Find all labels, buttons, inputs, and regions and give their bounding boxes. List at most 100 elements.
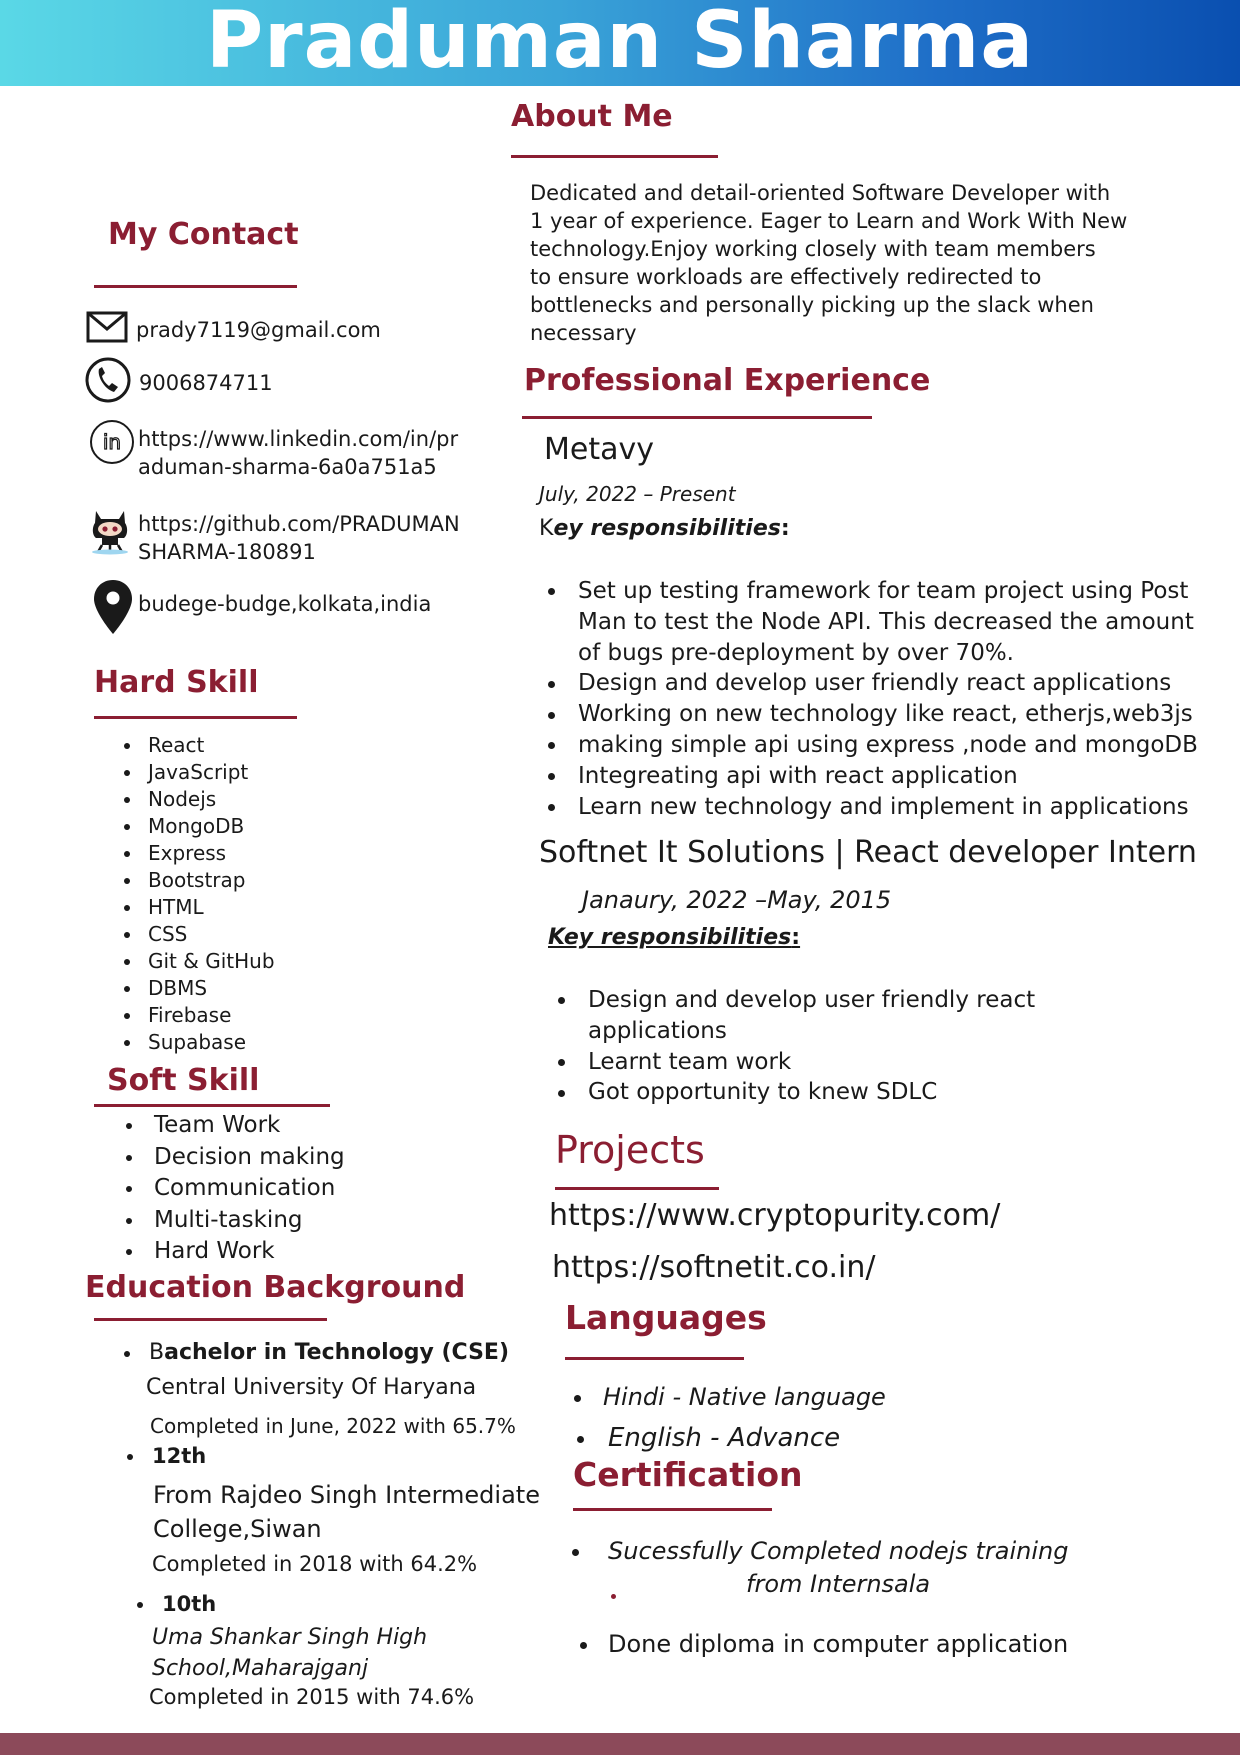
education-12th-completed: Completed in 2018 with 64.2% bbox=[152, 1552, 478, 1576]
education-12th-title: 12th bbox=[127, 1442, 206, 1470]
job1-kr-initial: K bbox=[539, 516, 554, 541]
hard-skill-item: Firebase bbox=[124, 1002, 275, 1029]
job1-responsibility: Man to test the Node API. This decreased… bbox=[578, 608, 1194, 635]
about-line: necessary bbox=[530, 321, 637, 345]
language-english-text: English - Advance bbox=[608, 1423, 841, 1453]
contact-github-line2[interactable]: SHARMA-180891 bbox=[138, 538, 316, 566]
hard-skill-item: CSS bbox=[124, 921, 275, 948]
hard-skill-item: Nodejs bbox=[124, 786, 275, 813]
stray-red-dot bbox=[611, 1594, 616, 1599]
hard-skill-item: Bootstrap bbox=[124, 867, 275, 894]
bullet-dot bbox=[574, 1395, 581, 1402]
contact-linkedin-line1[interactable]: https://www.linkedin.com/in/pr bbox=[138, 425, 458, 453]
job2-kr-colon: : bbox=[791, 925, 801, 950]
contact-linkedin-line2[interactable]: aduman-sharma-6a0a751a5 bbox=[138, 453, 437, 481]
certification-diploma: Done diploma in computer application bbox=[576, 1628, 1068, 1660]
job2-key-responsibilities: Key responsibilities: bbox=[548, 924, 800, 952]
education-10th-school-line2: School,Maharajganj bbox=[152, 1656, 369, 1681]
education-btech-title: Bachelor in Technology (CSE) bbox=[124, 1339, 509, 1367]
hard-skill-item: Supabase bbox=[124, 1029, 275, 1056]
btech-title-initial: B bbox=[149, 1340, 165, 1365]
job1-kr-colon: : bbox=[780, 516, 790, 541]
about-rule bbox=[511, 155, 718, 158]
hard-skill-item: MongoDB bbox=[124, 813, 275, 840]
job1-responsibility: Integreating api with react application bbox=[578, 762, 1018, 789]
footer-bar bbox=[0, 1733, 1240, 1755]
contact-heading: My Contact bbox=[108, 217, 299, 252]
bullet-dot bbox=[548, 742, 555, 750]
soft-skill-heading: Soft Skill bbox=[107, 1063, 260, 1098]
job1-kr-rest: ey responsibilities bbox=[553, 516, 781, 541]
soft-skill-list: Team Work Decision making Communication Mul… bbox=[126, 1110, 345, 1268]
job1-responsibility: making simple api using express ,node an… bbox=[578, 732, 1198, 758]
education-heading: Education Background bbox=[85, 1270, 466, 1305]
contact-email[interactable]: prady7119@gmail.com bbox=[136, 316, 381, 344]
about-line: 1 year of experience. Eager to Learn and… bbox=[530, 209, 1128, 233]
experience-heading: Professional Experience bbox=[524, 363, 931, 398]
education-btech-school: Central University Of Haryana bbox=[146, 1375, 477, 1400]
bullet-dot bbox=[558, 1059, 565, 1066]
about-heading: About Me bbox=[511, 99, 673, 134]
bullet-dot bbox=[548, 711, 555, 719]
certification-nodejs-line2: from Internsala bbox=[746, 1570, 931, 1598]
job1-responsibility: Working on new technology like react, et… bbox=[578, 701, 1193, 728]
languages-rule bbox=[565, 1357, 744, 1360]
github-octocat-icon bbox=[92, 511, 128, 555]
language-english: English - Advance bbox=[575, 1421, 840, 1455]
bullet-dot bbox=[127, 1454, 133, 1460]
job2-responsibility: applications bbox=[588, 1017, 727, 1044]
bullet-dot bbox=[558, 1089, 565, 1097]
about-line: bottlenecks and personally picking up th… bbox=[530, 293, 1094, 317]
bullet-dot bbox=[548, 588, 555, 596]
bullet-dot bbox=[548, 804, 555, 811]
contact-location: budege-budge,kolkata,india bbox=[138, 592, 432, 616]
bullet-dot bbox=[124, 1351, 130, 1357]
education-10th-title: 10th bbox=[137, 1590, 216, 1618]
mail-icon bbox=[86, 311, 128, 343]
education-rule bbox=[94, 1318, 327, 1321]
soft-skill-item: Team Work bbox=[126, 1110, 345, 1142]
tenth-title-text: 10th bbox=[162, 1592, 217, 1616]
hard-skill-item: React bbox=[124, 732, 275, 759]
contact-rule bbox=[94, 285, 297, 288]
btech-title-rest: achelor in Technology (CSE) bbox=[164, 1340, 510, 1365]
soft-skill-rule bbox=[94, 1104, 330, 1107]
certification-nodejs-line1: Sucessfully Completed nodejs training bbox=[608, 1537, 1069, 1565]
certification-nodejs: Sucessfully Completed nodejs training bbox=[570, 1535, 1068, 1567]
bullet-dot bbox=[580, 1642, 587, 1649]
projects-heading: Projects bbox=[555, 1128, 705, 1172]
candidate-name: Praduman Sharma bbox=[206, 0, 1034, 86]
hard-skill-list: React JavaScript Nodejs MongoDB Express Boots… bbox=[124, 732, 275, 1056]
certification-heading: Certification bbox=[573, 1455, 803, 1494]
bullet-dot bbox=[137, 1602, 143, 1608]
experience-rule bbox=[522, 416, 872, 419]
about-line: technology.Enjoy working closely with te… bbox=[530, 237, 1096, 261]
about-line: to ensure workloads are effectively redi… bbox=[530, 265, 1042, 289]
location-pin-icon bbox=[94, 580, 132, 634]
language-hindi-text: Hindi - Native language bbox=[603, 1383, 886, 1411]
linkedin-icon: in bbox=[90, 420, 134, 464]
job1-responsibility: of bugs pre-deployment by over 70%. bbox=[578, 639, 1014, 666]
languages-heading: Languages bbox=[565, 1298, 767, 1337]
certification-diploma-text: Done diploma in computer application bbox=[608, 1630, 1069, 1658]
education-10th-school-line1: Uma Shankar Singh High bbox=[152, 1625, 428, 1650]
soft-skill-item: Hard Work bbox=[126, 1236, 345, 1268]
soft-skill-item: Communication bbox=[126, 1173, 345, 1205]
job2-responsibility: Got opportunity to knew SDLC bbox=[588, 1079, 938, 1106]
project-link-softnetit[interactable]: https://softnetit.co.in/ bbox=[552, 1248, 876, 1288]
job1-company: Metavy bbox=[544, 432, 654, 467]
certification-rule bbox=[573, 1508, 772, 1511]
education-10th-completed: Completed in 2015 with 74.6% bbox=[149, 1685, 475, 1709]
hard-skill-item: DBMS bbox=[124, 975, 275, 1002]
project-link-cryptopurity[interactable]: https://www.cryptopurity.com/ bbox=[549, 1196, 1000, 1236]
job1-responsibility: Design and develop user friendly react a… bbox=[578, 670, 1172, 697]
education-12th-school-line2: College,Siwan bbox=[153, 1515, 322, 1543]
contact-phone[interactable]: 9006874711 bbox=[139, 369, 273, 397]
hard-skill-item: Express bbox=[124, 840, 275, 867]
about-line: Dedicated and detail-oriented Software D… bbox=[530, 181, 1111, 205]
job2-responsibility: Design and develop user friendly react bbox=[588, 987, 1036, 1013]
hard-skill-item: Git & GitHub bbox=[124, 948, 275, 975]
education-btech-completed: Completed in June, 2022 with 65.7% bbox=[150, 1414, 516, 1438]
job2-responsibility: Learnt team work bbox=[588, 1048, 792, 1075]
contact-github-line1[interactable]: https://github.com/PRADUMAN bbox=[138, 510, 460, 538]
